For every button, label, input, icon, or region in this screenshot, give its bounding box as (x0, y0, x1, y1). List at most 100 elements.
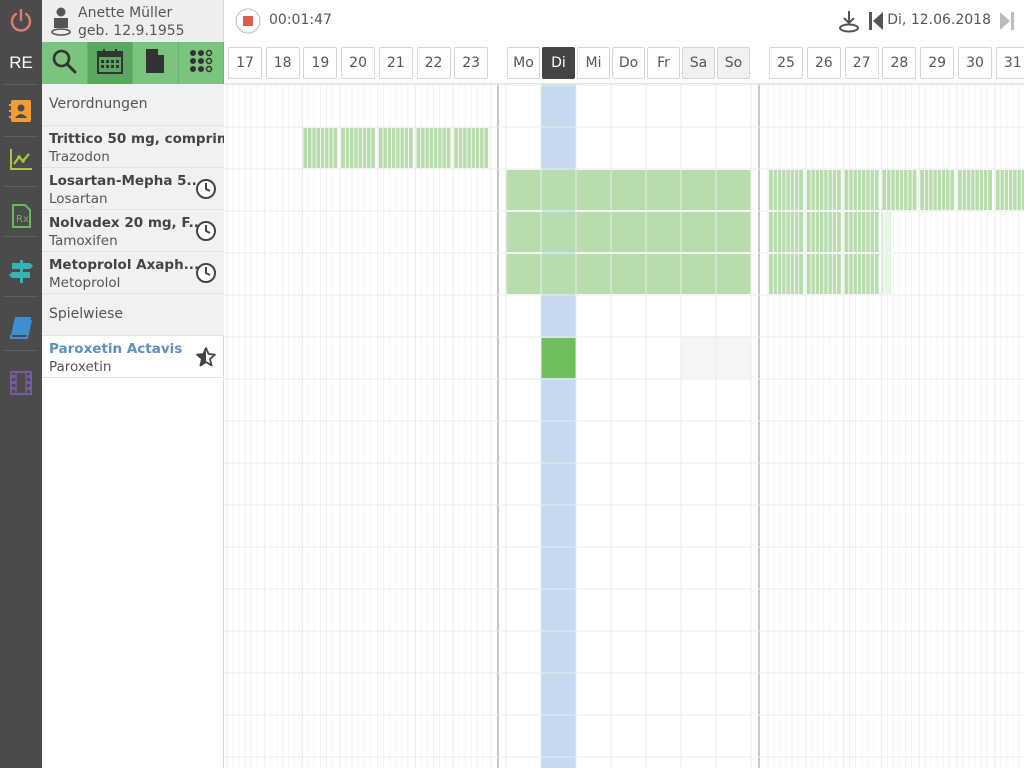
section-title: Spielwiese (49, 306, 124, 322)
day-current-week-0[interactable]: Mo (507, 47, 540, 79)
contact-book-icon[interactable] (0, 90, 42, 132)
list-item[interactable]: Trittico 50 mg, comprimés Trazodon (42, 126, 224, 168)
dose-cell (611, 254, 646, 294)
day-current-week-6[interactable]: So (717, 47, 750, 79)
dose-cell (646, 212, 681, 252)
signpost-icon[interactable] (0, 250, 42, 292)
dose-cell (646, 170, 681, 210)
day-next-week-6[interactable]: 31 (995, 47, 1024, 79)
med-title: Paroxetin Actavis (49, 341, 183, 357)
re-label[interactable]: RE (0, 42, 42, 84)
day-next-week-4[interactable]: 29 (920, 47, 955, 79)
patient-dob: geb. 12.9.1955 (78, 23, 185, 39)
day-current-week-1[interactable]: Di (542, 47, 575, 79)
dose-cell (681, 170, 716, 210)
dose-cell (576, 254, 611, 294)
patient-header[interactable]: Anette Müller geb. 12.9.1955 (42, 0, 224, 42)
power-icon[interactable] (0, 0, 42, 42)
session-timer: 00:01:47 (269, 12, 332, 28)
user-icon (50, 6, 72, 40)
med-substance: Losartan (49, 191, 108, 207)
dose-cell (716, 170, 751, 210)
day-current-week-3[interactable]: Do (612, 47, 645, 79)
day-next-week-0[interactable]: 25 (769, 47, 803, 79)
section-header-playground: Spielwiese (42, 294, 224, 336)
calendar-icon (96, 47, 124, 79)
clock-icon[interactable] (195, 220, 217, 242)
apps-icon (188, 48, 214, 78)
day-prev-week-0[interactable]: 17 (228, 47, 262, 79)
day-next-week-1[interactable]: 26 (806, 47, 841, 79)
med-title: Losartan-Mepha 5... (49, 173, 202, 189)
dose-cell-active (541, 338, 576, 378)
download-icon[interactable] (838, 9, 860, 37)
list-item[interactable]: Losartan-Mepha 5... Losartan (42, 168, 224, 210)
day-next-week-3[interactable]: 28 (882, 47, 917, 79)
list-item[interactable]: Nolvadex 20 mg, F... Tamoxifen (42, 210, 224, 252)
section-header-orders: Verordnungen (42, 84, 224, 126)
skip-forward-icon[interactable] (999, 11, 1015, 35)
day-current-week-5[interactable]: Sa (682, 47, 715, 79)
star-half-icon[interactable] (195, 346, 217, 368)
list-item[interactable]: Metoprolol Axaph... Metoprolol (42, 252, 224, 294)
dose-cell (576, 170, 611, 210)
day-prev-week-6[interactable]: 23 (454, 47, 489, 79)
search-icon (51, 48, 77, 78)
dose-cell (611, 170, 646, 210)
med-substance: Trazodon (49, 149, 110, 165)
dose-cell (506, 170, 541, 210)
day-prev-week-1[interactable]: 18 (265, 47, 300, 79)
dose-cell (506, 254, 541, 294)
dose-cell (611, 212, 646, 252)
dose-cell (506, 212, 541, 252)
dose-cell (541, 212, 576, 252)
prescription-icon[interactable]: Rx (0, 195, 42, 237)
skip-back-icon[interactable] (868, 11, 884, 35)
med-title: Trittico 50 mg, comprimés (49, 131, 224, 147)
document-icon (143, 48, 167, 78)
section-title: Verordnungen (49, 96, 148, 112)
clock-icon[interactable] (195, 262, 217, 284)
book-icon[interactable] (0, 306, 42, 348)
dose-cell (681, 212, 716, 252)
med-substance: Tamoxifen (49, 233, 118, 249)
top-bar: 00:01:47 Di, 12.06.2018 (224, 0, 1024, 42)
day-prev-week-4[interactable]: 21 (378, 47, 413, 79)
film-icon[interactable] (0, 362, 42, 404)
day-prev-week-2[interactable]: 19 (303, 47, 338, 79)
medication-list: Verordnungen Trittico 50 mg, comprimés T… (42, 84, 224, 768)
day-current-week-2[interactable]: Mi (577, 47, 610, 79)
chart-line-icon[interactable] (0, 138, 42, 180)
med-title: Nolvadex 20 mg, F... (49, 215, 205, 231)
dose-cell (716, 212, 751, 252)
med-substance: Paroxetin (49, 359, 112, 375)
day-current-week-4[interactable]: Fr (647, 47, 680, 79)
dose-cell (541, 254, 576, 294)
current-date[interactable]: Di, 12.06.2018 (887, 12, 991, 28)
day-next-week-5[interactable]: 30 (958, 47, 992, 79)
svg-text:Rx: Rx (16, 214, 29, 225)
stop-record-icon[interactable] (235, 8, 261, 38)
dose-cell (541, 170, 576, 210)
dose-cell (646, 254, 681, 294)
schedule-grid (224, 84, 1024, 768)
dose-cell (681, 254, 716, 294)
day-prev-week-5[interactable]: 22 (416, 47, 451, 79)
day-next-week-2[interactable]: 27 (844, 47, 879, 79)
list-item[interactable]: Paroxetin Actavis Paroxetin (42, 336, 224, 378)
document-button[interactable] (133, 42, 179, 84)
med-substance: Metoprolol (49, 275, 121, 291)
apps-button[interactable] (178, 42, 224, 84)
dose-cell (716, 254, 751, 294)
med-title: Metoprolol Axaph... (49, 257, 200, 273)
patient-name: Anette Müller (78, 5, 173, 21)
calendar-button[interactable] (87, 42, 133, 84)
day-prev-week-3[interactable]: 20 (341, 47, 376, 79)
clock-icon[interactable] (195, 178, 217, 200)
day-header: 17 18 19 20 21 22 23 Mo Di Mi Do Fr Sa So 25 26 27 28 29 30… (224, 42, 1024, 84)
left-rail: RE Rx (0, 0, 42, 768)
weekend-cell (681, 336, 716, 378)
view-toolbar (42, 42, 224, 84)
schedule-canvas (224, 84, 1024, 768)
search-button[interactable] (42, 42, 88, 84)
